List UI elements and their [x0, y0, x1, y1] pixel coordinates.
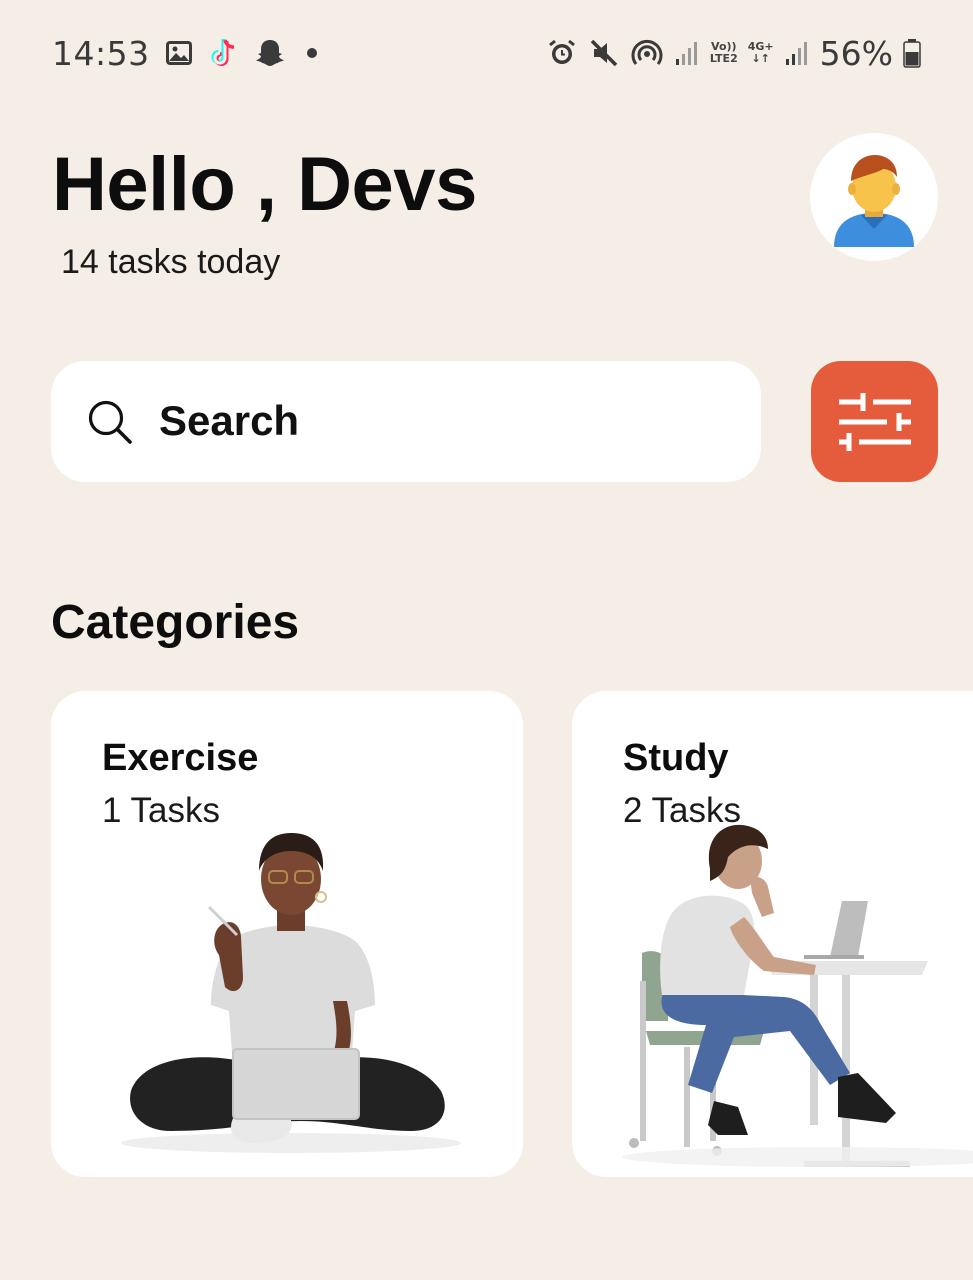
page-title: Hello , Devs [52, 142, 477, 227]
categories-title: Categories [51, 596, 300, 649]
signal-icon [674, 39, 700, 67]
volte-icon: Vo)) LTE2 [709, 40, 738, 65]
category-task-count: 2 Tasks [623, 791, 742, 830]
tiktok-icon [208, 36, 240, 70]
alarm-icon [546, 37, 578, 69]
categories-list[interactable]: Exercise 1 Tasks Study 2 Tasks [0, 690, 973, 1180]
category-card-exercise[interactable]: Exercise 1 Tasks [51, 691, 523, 1177]
snapchat-icon [254, 37, 286, 69]
gallery-icon [164, 38, 194, 68]
category-name: Study [623, 737, 729, 779]
search-bar[interactable] [51, 361, 761, 482]
search-icon [88, 400, 132, 444]
hotspot-icon [630, 37, 664, 69]
battery-icon [903, 38, 921, 68]
signal-icon [784, 39, 810, 67]
battery-percent: 56% [819, 33, 893, 73]
status-bar: 14:53 Vo)) LTE2 4G+ ↓↑ 56% [0, 0, 973, 105]
user-avatar-icon [834, 155, 914, 247]
task-count: 14 tasks today [61, 243, 281, 281]
status-time: 14:53 [52, 33, 150, 73]
sliders-icon [838, 392, 911, 451]
status-left: 14:53 [52, 30, 324, 76]
category-card-study[interactable]: Study 2 Tasks [572, 691, 973, 1177]
category-name: Exercise [102, 737, 259, 779]
avatar[interactable] [810, 133, 938, 261]
dot-icon [300, 41, 324, 65]
mute-icon [588, 37, 620, 69]
4g-icon: 4G+ ↓↑ [747, 40, 774, 65]
category-task-count: 1 Tasks [102, 791, 221, 830]
status-right: Vo)) LTE2 4G+ ↓↑ 56% [546, 30, 921, 76]
search-input[interactable] [159, 391, 719, 451]
filter-button[interactable] [811, 361, 938, 482]
